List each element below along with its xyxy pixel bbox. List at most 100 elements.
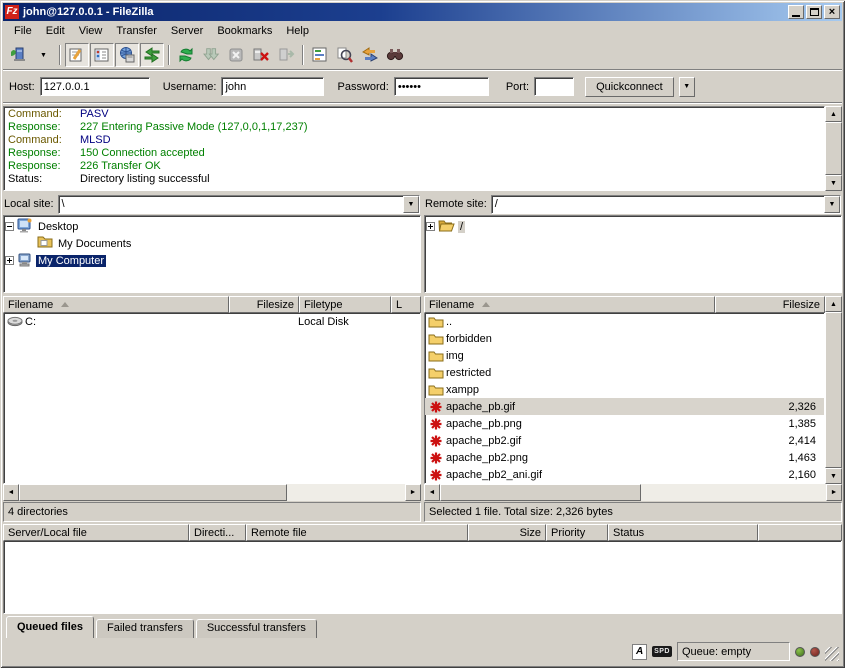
menu-file[interactable]: File [7,23,39,39]
disconnect-button[interactable] [249,43,273,67]
chevron-down-icon[interactable]: ▼ [403,196,419,213]
resize-grip[interactable] [825,647,839,661]
maximize-button[interactable] [806,5,822,19]
tree-item-desktop[interactable]: Desktop [5,218,419,235]
column-direction[interactable]: Directi... [189,524,246,541]
scroll-left-icon[interactable]: ◄ [424,484,440,501]
chevron-down-icon[interactable]: ▼ [824,196,840,213]
local-status-text: 4 directories [3,502,421,522]
find-files-button[interactable] [383,43,407,67]
tree-item-root[interactable]: / [426,218,840,235]
scroll-up-icon[interactable]: ▲ [825,296,842,312]
column-server-local-file[interactable]: Server/Local file [3,524,189,541]
menu-help[interactable]: Help [279,23,316,39]
column-filename[interactable]: Filename [424,296,715,313]
host-input[interactable] [40,77,150,96]
menu-transfer[interactable]: Transfer [109,23,164,39]
port-input[interactable] [534,77,574,96]
tree-item-my-computer[interactable]: My Computer [5,252,419,269]
local-site-value[interactable]: \ [59,196,403,213]
password-input[interactable] [394,77,489,96]
process-queue-button[interactable] [199,43,223,67]
close-button[interactable]: × [824,5,840,19]
column-remote-file[interactable]: Remote file [246,524,468,541]
data-type-indicator-icon[interactable]: A [632,644,647,660]
remote-site-combo[interactable]: / ▼ [491,195,841,214]
column-status[interactable]: Status [608,524,758,541]
toggle-queue-button[interactable] [140,43,164,67]
remote-file-row[interactable]: restricted [425,364,824,381]
scroll-left-icon[interactable]: ◄ [3,484,19,501]
scroll-down-icon[interactable]: ▼ [825,175,842,191]
remote-file-row[interactable]: apache_pb.png1,385 [425,415,824,432]
scrollbar-thumb[interactable] [825,312,842,468]
menu-view[interactable]: View [72,23,110,39]
reconnect-button[interactable] [274,43,298,67]
toggle-local-tree-button[interactable] [90,43,114,67]
scroll-up-icon[interactable]: ▲ [825,106,842,122]
menu-edit[interactable]: Edit [39,23,72,39]
message-log-icon [68,46,86,64]
scrollbar-thumb[interactable] [825,122,842,175]
remote-file-row[interactable]: apache_pb2_ani.gif2,160 [425,466,824,483]
remote-hscrollbar[interactable]: ◄ ► [424,484,842,501]
quickconnect-dropdown[interactable]: ▼ [679,77,695,97]
remote-file-row[interactable]: .. [425,313,824,330]
scroll-right-icon[interactable]: ► [405,484,421,501]
menu-server[interactable]: Server [164,23,210,39]
collapse-icon[interactable] [5,222,14,231]
column-label: Filename [429,299,474,311]
column-filesize[interactable]: Filesize [715,296,825,313]
tab-queued-files[interactable]: Queued files [6,616,94,638]
local-site-combo[interactable]: \ ▼ [58,195,420,214]
local-list-body[interactable]: C: Local Disk [3,313,421,484]
toggle-remote-tree-button[interactable] [115,43,139,67]
expand-icon[interactable] [426,222,435,231]
remote-list-body[interactable]: .. forbidden img restricted xampp apache… [424,313,825,484]
tree-item-my-documents[interactable]: My Documents [5,235,419,252]
column-filetype[interactable]: Filetype [299,296,391,313]
menu-bookmarks[interactable]: Bookmarks [210,23,279,39]
remote-file-row[interactable]: img [425,347,824,364]
filter-button[interactable] [308,43,332,67]
remote-file-row[interactable]: apache_pb2.gif2,414 [425,432,824,449]
site-manager-button[interactable] [6,43,30,67]
tab-failed-transfers[interactable]: Failed transfers [96,619,194,638]
scroll-right-icon[interactable]: ► [826,484,842,501]
speed-limit-indicator-icon[interactable]: SPD [652,646,672,657]
column-last-modified[interactable]: L [391,296,421,313]
remote-file-row[interactable]: forbidden [425,330,824,347]
local-tree[interactable]: Desktop My Documents My Computer [3,215,421,293]
column-filesize[interactable]: Filesize [229,296,299,313]
local-hscrollbar[interactable]: ◄ ► [3,484,421,501]
remote-file-row-selected[interactable]: apache_pb.gif2,326 [425,398,824,415]
synchronized-browsing-button[interactable] [358,43,382,67]
log-message: PASV [80,108,109,121]
remote-vscrollbar[interactable]: ▲ ▼ [825,296,842,484]
expand-icon[interactable] [5,256,14,265]
column-filename[interactable]: Filename [3,296,229,313]
scrollbar-thumb[interactable] [19,484,287,501]
directory-comparison-button[interactable] [333,43,357,67]
quickconnect-button[interactable]: Quickconnect [585,77,674,97]
remote-file-row[interactable]: xampp [425,381,824,398]
local-file-row[interactable]: C: Local Disk [4,313,420,330]
remote-site-value[interactable]: / [492,196,824,213]
remote-file-row[interactable]: apache_pb2.png1,463 [425,449,824,466]
minimize-button[interactable] [788,5,804,19]
username-input[interactable] [221,77,324,96]
message-log-view[interactable]: Command:PASV Response:227 Entering Passi… [3,106,825,191]
cancel-operation-button[interactable] [224,43,248,67]
log-vscrollbar[interactable]: ▲ ▼ [825,106,842,191]
toggle-message-log-button[interactable] [65,43,89,67]
refresh-button[interactable] [174,43,198,67]
remote-tree[interactable]: / [424,215,842,293]
scrollbar-thumb[interactable] [440,484,641,501]
tab-successful-transfers[interactable]: Successful transfers [196,619,317,638]
toolbar-separator [168,45,170,65]
scroll-down-icon[interactable]: ▼ [825,468,842,484]
column-size[interactable]: Size [468,524,546,541]
queue-body[interactable] [3,541,842,614]
column-priority[interactable]: Priority [546,524,608,541]
site-manager-dropdown[interactable]: ▼ [31,43,55,67]
